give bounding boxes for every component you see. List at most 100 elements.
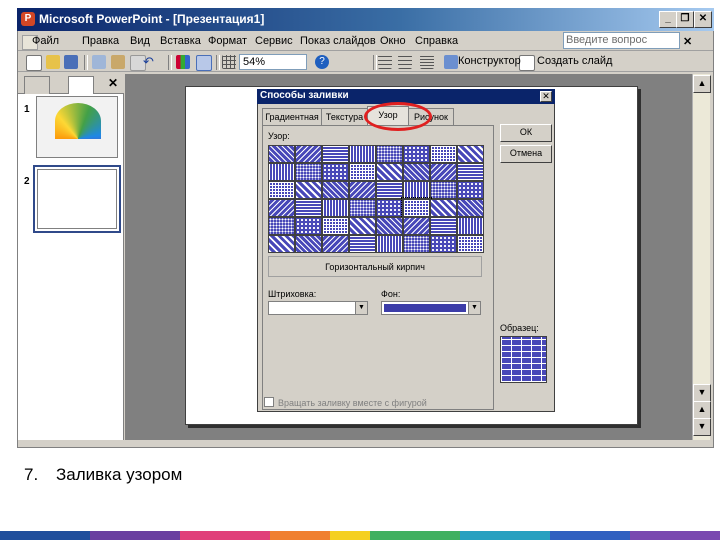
pattern-swatch[interactable] [268,163,295,181]
pattern-swatch[interactable] [295,217,322,235]
pattern-swatch[interactable] [268,199,295,217]
designer-button[interactable]: Конструктор [458,55,521,67]
scroll-down-button[interactable]: ▼ [693,384,711,402]
menu-help[interactable]: Справка [415,35,458,47]
menu-tools[interactable]: Сервис [255,35,293,47]
pattern-swatch[interactable] [430,217,457,235]
insert-table-icon[interactable] [196,55,212,71]
pattern-swatch[interactable] [430,235,457,253]
pattern-swatch[interactable] [322,199,349,217]
pattern-swatch[interactable] [295,181,322,199]
pattern-swatch[interactable] [295,145,322,163]
pane-close-icon[interactable]: ✕ [108,76,118,90]
pattern-swatch[interactable] [268,217,295,235]
ask-question-input[interactable]: Введите вопрос [563,32,680,49]
pattern-swatch[interactable] [376,181,403,199]
dialog-close-button[interactable]: ✕ [540,91,552,102]
pattern-swatch[interactable] [430,163,457,181]
pattern-swatch[interactable] [457,199,484,217]
grid-icon[interactable] [222,55,236,69]
pattern-swatch[interactable] [376,163,403,181]
chevron-down-icon[interactable]: ▼ [355,302,367,314]
pattern-swatch[interactable] [457,181,484,199]
pattern-swatch[interactable] [268,145,295,163]
pattern-swatch[interactable] [295,199,322,217]
pattern-swatch[interactable] [457,235,484,253]
rotate-fill-checkbox[interactable] [264,397,274,407]
save-icon[interactable] [64,55,78,69]
menu-edit[interactable]: Правка [82,35,119,47]
pattern-swatch[interactable] [322,217,349,235]
pattern-swatch[interactable] [430,145,457,163]
pattern-swatch[interactable] [268,181,295,199]
pattern-swatch[interactable] [349,217,376,235]
pattern-swatch[interactable] [376,235,403,253]
pattern-swatch[interactable] [349,145,376,163]
help-icon[interactable]: ? [315,55,329,69]
pattern-swatch[interactable] [349,163,376,181]
designer-icon[interactable] [444,55,458,69]
restore-button[interactable]: ❐ [676,11,694,28]
outline-tab[interactable] [24,76,50,94]
pattern-swatch[interactable] [349,199,376,217]
pattern-swatch[interactable] [430,181,457,199]
pattern-swatch[interactable] [403,181,430,199]
next-slide-button[interactable]: ▼ [693,418,711,436]
menu-window[interactable]: Окно [380,35,406,47]
title-bar[interactable]: P Microsoft PowerPoint - [Презентация1] … [17,8,714,31]
open-icon[interactable] [46,55,60,69]
pattern-swatch[interactable] [403,163,430,181]
menu-view[interactable]: Вид [130,35,150,47]
menu-file[interactable]: Файл [32,35,59,47]
pattern-swatch[interactable] [376,217,403,235]
minimize-button[interactable]: _ [659,11,677,28]
ok-button[interactable]: ОК [500,124,552,142]
menu-format[interactable]: Формат [208,35,247,47]
hatch-color-select[interactable]: ▼ [268,301,368,315]
menu-slideshow[interactable]: Показ слайдов [300,35,376,47]
insert-chart-icon[interactable] [176,55,190,69]
slide-thumbnail-1[interactable] [36,96,118,158]
pattern-swatch[interactable] [349,181,376,199]
slide-thumbnail-2[interactable] [33,165,121,233]
paste-icon[interactable] [111,55,125,69]
pattern-swatch[interactable] [403,145,430,163]
list-icon[interactable] [398,55,412,69]
new-slide-icon[interactable] [519,55,535,71]
close-button[interactable]: ✕ [694,11,712,28]
menu-insert[interactable]: Вставка [160,35,201,47]
pattern-swatch[interactable] [376,199,403,217]
chevron-down-icon[interactable]: ▼ [468,302,480,314]
align-icon[interactable] [378,55,392,69]
prev-slide-button[interactable]: ▲ [693,401,711,419]
pattern-swatch[interactable] [457,217,484,235]
undo-icon[interactable]: ↶ [143,55,157,69]
copy-icon[interactable] [92,55,106,69]
new-icon[interactable] [26,55,42,71]
pattern-swatch[interactable] [322,145,349,163]
tab-texture[interactable]: Текстура [321,108,368,126]
indent-icon[interactable] [420,55,434,69]
pattern-swatch[interactable] [430,199,457,217]
pattern-swatch[interactable] [295,163,322,181]
pattern-swatch[interactable] [376,145,403,163]
tab-gradient[interactable]: Градиентная [262,108,322,126]
pattern-swatch[interactable] [403,235,430,253]
pattern-swatch[interactable] [295,235,322,253]
cancel-button[interactable]: Отмена [500,145,552,163]
pattern-swatch[interactable] [403,217,430,235]
background-color-select[interactable]: ▼ [381,301,481,315]
pattern-swatch[interactable] [322,235,349,253]
slides-tab[interactable] [68,76,94,94]
pattern-swatch[interactable] [268,235,295,253]
pattern-swatch[interactable] [401,197,432,219]
new-slide-button[interactable]: Создать слайд [537,55,612,67]
pattern-swatch[interactable] [457,145,484,163]
pattern-swatch[interactable] [322,163,349,181]
close-doc-icon[interactable]: ✕ [683,35,692,48]
pattern-swatch[interactable] [457,163,484,181]
zoom-select[interactable]: 54% [239,54,307,70]
scroll-up-button[interactable]: ▲ [693,75,711,93]
pattern-swatch[interactable] [322,181,349,199]
pattern-swatch[interactable] [349,235,376,253]
